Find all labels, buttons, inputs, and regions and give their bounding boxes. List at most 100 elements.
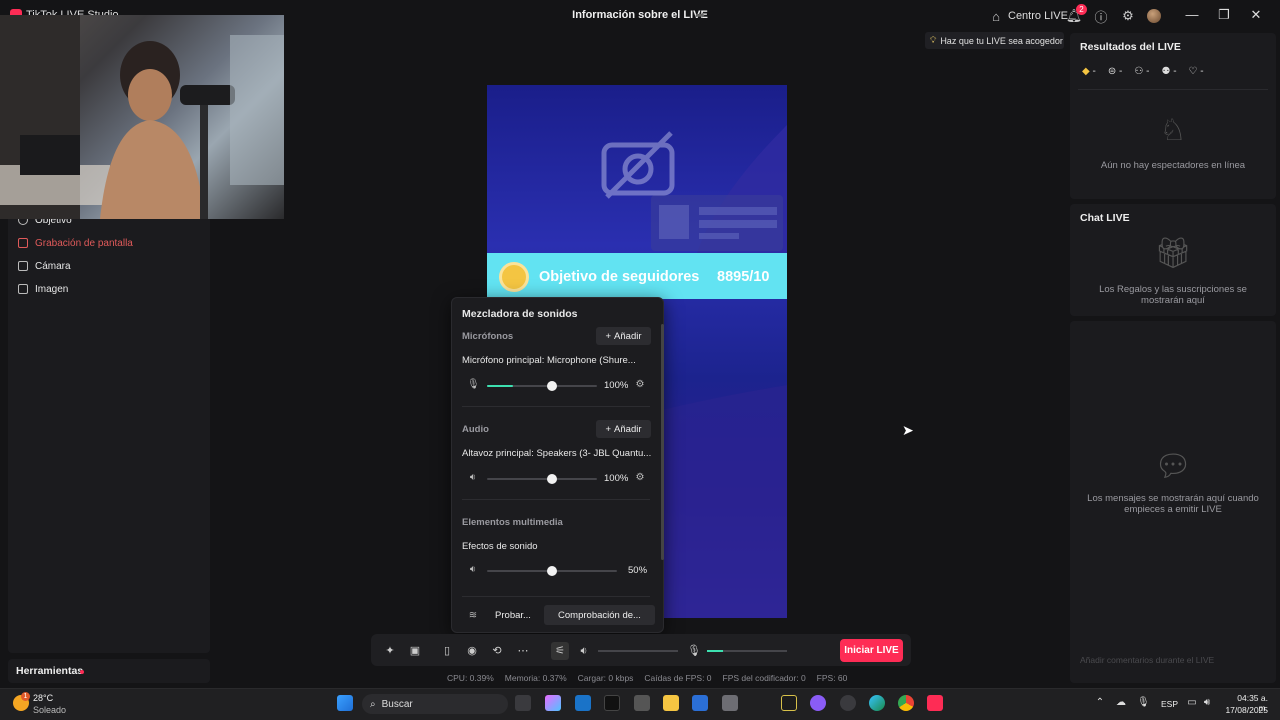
- sound-effects-label: Efectos de sonido: [462, 541, 538, 552]
- chat-card: 💬︎ Los mensajes se mostrarán aquí cuando…: [1070, 321, 1276, 683]
- source-label: Grabación de pantalla: [35, 237, 133, 249]
- mic-volume-slider[interactable]: [487, 381, 597, 391]
- taskbar-search[interactable]: ⌕ Buscar: [362, 694, 508, 714]
- windows-start-icon[interactable]: [337, 695, 353, 711]
- audio-check-button[interactable]: Comprobación de...: [544, 605, 655, 625]
- speaker-icon[interactable]: 🔉︎: [467, 472, 479, 484]
- plus-icon: +: [605, 330, 612, 342]
- search-placeholder: Buscar: [381, 698, 413, 710]
- goal-count: 8895/10: [717, 269, 770, 285]
- task-view-icon[interactable]: [515, 695, 531, 711]
- followers-stat[interactable]: ⚉ -: [1161, 66, 1176, 77]
- speaker-icon[interactable]: 🔉︎: [577, 644, 591, 658]
- replay-icon[interactable]: ⟲: [490, 644, 504, 658]
- speaker-volume-knob[interactable]: [546, 474, 557, 484]
- gear-icon[interactable]: ⚙: [634, 379, 646, 391]
- source-item-camera[interactable]: Cámara: [18, 258, 71, 274]
- sound-mixer-panel: Mezcladora de sonidos Micrófonos + Añadi…: [451, 297, 664, 633]
- source-item-image[interactable]: Imagen: [18, 281, 68, 297]
- add-mic-button[interactable]: + Añadir: [596, 327, 651, 345]
- go-live-button[interactable]: Iniciar LIVE: [840, 639, 903, 662]
- notification-badge: 2: [1076, 4, 1087, 15]
- mic-level-meter[interactable]: [707, 650, 787, 652]
- mixer-toggle-icon[interactable]: ⚟: [551, 642, 569, 660]
- likes-stat[interactable]: ♡ -: [1189, 66, 1204, 77]
- settings-icon[interactable]: [722, 695, 738, 711]
- speaker-device-label: Altavoz principal: Speakers (3- JBL Quan…: [462, 448, 652, 459]
- mixer-scrollbar[interactable]: [661, 324, 664, 560]
- effects-volume-knob[interactable]: [547, 566, 557, 576]
- coin-stat[interactable]: ⊜ -: [1108, 66, 1123, 77]
- tip-pill[interactable]: 💡︎ Haz que tu LIVE sea acogedor: [925, 32, 1064, 49]
- speaker-volume-slider[interactable]: [487, 474, 597, 484]
- divider: [462, 499, 650, 500]
- capcut-icon[interactable]: [781, 695, 797, 711]
- record-icon[interactable]: ◉: [465, 644, 479, 658]
- cpu-stat: CPU: 0.39%: [447, 673, 494, 683]
- display-icon[interactable]: ▭: [1186, 697, 1198, 709]
- speaker-icon[interactable]: 🔉︎: [467, 564, 479, 576]
- comment-input[interactable]: Añadir comentarios durante el LIVE: [1074, 651, 1270, 669]
- add-audio-button[interactable]: + Añadir: [596, 420, 651, 438]
- microphone-icon[interactable]: 🎙︎: [467, 379, 480, 391]
- close-icon[interactable]: ✕: [1244, 7, 1268, 25]
- share-icon[interactable]: ➦: [695, 8, 709, 22]
- media-section-label: Elementos multimedia: [462, 517, 563, 528]
- webcam-scene: [0, 15, 284, 219]
- microphone-icon[interactable]: 🎙︎: [687, 644, 701, 658]
- outlook-icon[interactable]: [575, 695, 591, 711]
- effects-icon[interactable]: ▣: [408, 644, 422, 658]
- gifts-message: Los Regalos y las suscripciones se mostr…: [1099, 284, 1247, 306]
- heart-icon: ♡: [1188, 66, 1198, 77]
- source-item-screen-record[interactable]: Grabación de pantalla: [18, 235, 133, 251]
- app-purple-icon[interactable]: [810, 695, 826, 711]
- mixer-title: Mezcladora de sonidos: [462, 308, 578, 320]
- coin-icon: ⊜: [1107, 66, 1117, 77]
- magic-wand-icon[interactable]: ✦: [383, 644, 397, 658]
- mic-level-fill: [707, 650, 723, 652]
- tiktok-live-studio-icon[interactable]: [927, 695, 943, 711]
- effects-volume-value: 50%: [628, 565, 648, 576]
- centro-live-button[interactable]: ⌂ Centro LIVE: [988, 8, 1068, 24]
- app-dark-icon[interactable]: [840, 695, 856, 711]
- store-icon[interactable]: [692, 695, 708, 711]
- effects-volume-slider[interactable]: [487, 566, 617, 576]
- edge-icon[interactable]: [869, 695, 885, 711]
- results-stats: ◆ - ⊜ - ⚇ - ⚉ - ♡ -: [1082, 66, 1204, 77]
- fps-stat: FPS: 60: [816, 673, 848, 683]
- chrome-icon[interactable]: [898, 695, 914, 711]
- volume-icon[interactable]: 🔊︎: [1201, 697, 1213, 709]
- tiktok-icon[interactable]: [604, 695, 620, 711]
- language-indicator[interactable]: ESP: [1161, 699, 1178, 709]
- copilot-icon[interactable]: [545, 695, 561, 711]
- audio-section-label: Audio: [462, 424, 489, 435]
- gear-icon[interactable]: ⚙: [1120, 8, 1136, 24]
- viewers-stat[interactable]: ⚇ -: [1134, 66, 1149, 77]
- add-user-icon: ⚉: [1161, 66, 1171, 77]
- webcam-feed[interactable]: [0, 15, 284, 219]
- maximize-icon[interactable]: ❐: [1212, 7, 1236, 25]
- source-label: Cámara: [35, 260, 71, 272]
- screen-record-icon: [18, 238, 28, 248]
- mic-volume-knob[interactable]: [546, 381, 557, 391]
- minimize-icon[interactable]: —: [1180, 7, 1204, 25]
- speaker-level-meter[interactable]: [598, 650, 678, 652]
- diamond-stat[interactable]: ◆ -: [1082, 66, 1096, 77]
- phone-icon[interactable]: ▯: [440, 644, 454, 658]
- mic-level-fill: [487, 385, 514, 387]
- network-icon[interactable]: ☁: [1115, 697, 1127, 709]
- test-audio-button[interactable]: Probar...: [488, 605, 538, 625]
- app-s-icon[interactable]: [634, 695, 650, 711]
- add-label: Añadir: [614, 330, 642, 342]
- add-label: Añadir: [614, 423, 642, 435]
- help-icon[interactable]: ⓘ: [1093, 8, 1109, 25]
- gear-icon[interactable]: ⚙: [634, 472, 646, 484]
- no-viewers-message: Aún no hay espectadores en línea: [1100, 160, 1246, 171]
- chevron-up-icon[interactable]: ⌃: [1094, 697, 1106, 709]
- file-explorer-icon[interactable]: [663, 695, 679, 711]
- microphone-icon[interactable]: 🎙︎: [1137, 697, 1150, 709]
- clock-date[interactable]: 17/08/2025: [1218, 705, 1268, 715]
- avatar[interactable]: [1147, 9, 1161, 23]
- more-icon[interactable]: ⋯: [516, 644, 530, 658]
- divider: [462, 406, 650, 407]
